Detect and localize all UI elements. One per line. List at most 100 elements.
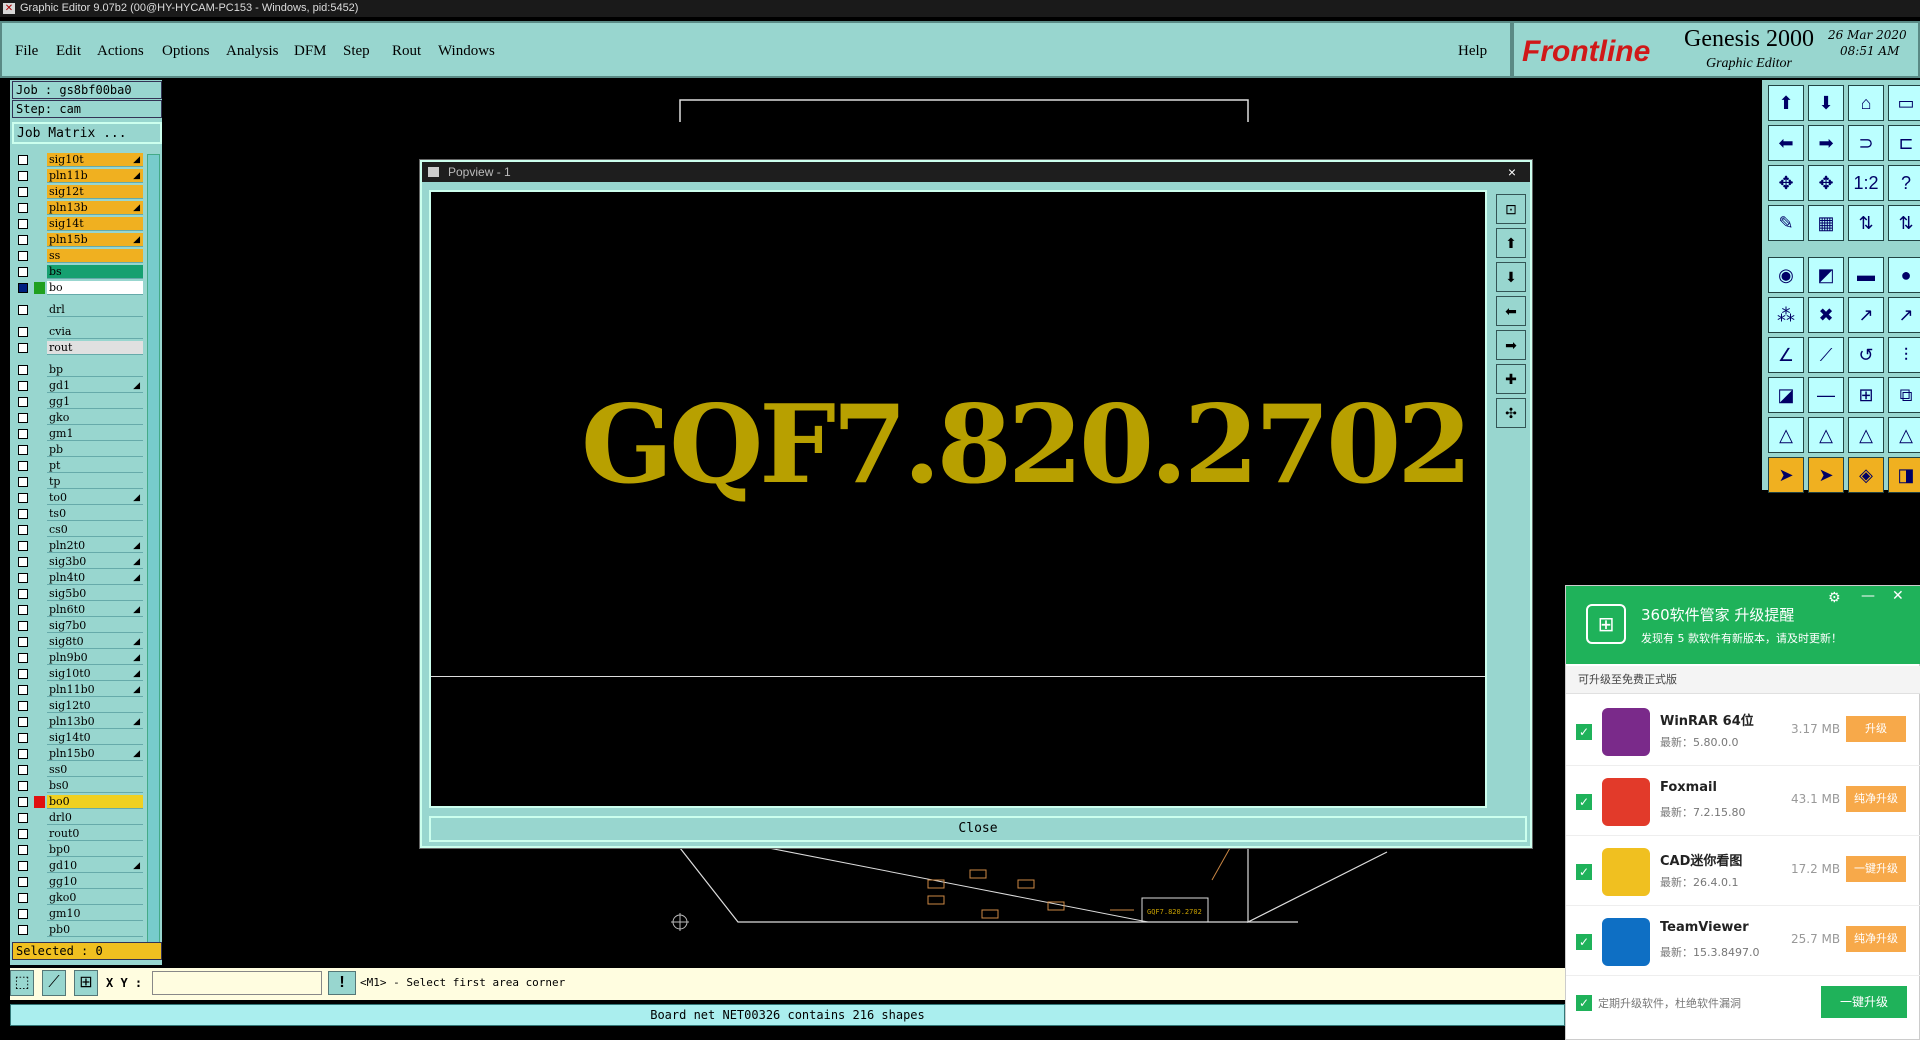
- menu-windows[interactable]: Windows: [438, 43, 495, 60]
- layer-checkbox[interactable]: [18, 327, 28, 337]
- layer-checkbox[interactable]: [18, 343, 28, 353]
- job-matrix-button[interactable]: Job Matrix ...: [12, 122, 162, 144]
- layer-scrollbar[interactable]: [147, 154, 160, 944]
- layer-row[interactable]: sig8t0 ◢: [10, 635, 162, 649]
- popview-canvas[interactable]: GQF7.820.2702: [429, 190, 1487, 808]
- layer-checkbox[interactable]: [18, 267, 28, 277]
- layer-checkbox[interactable]: [18, 381, 28, 391]
- alert-icon[interactable]: !: [328, 971, 356, 995]
- upgrade-button[interactable]: 纯净升级: [1846, 786, 1906, 812]
- layer-row[interactable]: sig7b0: [10, 619, 162, 633]
- layer-checkbox[interactable]: [18, 235, 28, 245]
- move-down-icon[interactable]: ⬇: [1808, 85, 1844, 121]
- layer-checkbox[interactable]: [18, 445, 28, 455]
- layer-checkbox[interactable]: [18, 251, 28, 261]
- window-icon[interactable]: ▭: [1888, 85, 1920, 121]
- layer-checkbox[interactable]: [18, 541, 28, 551]
- redo-icon[interactable]: ⊏: [1888, 125, 1920, 161]
- layer-row[interactable]: pb: [10, 443, 162, 457]
- fit-icon[interactable]: ✥: [1768, 165, 1804, 201]
- layer-row[interactable]: cvia: [10, 325, 162, 339]
- align-icon[interactable]: ⫶: [1888, 337, 1920, 373]
- layer-row[interactable]: bp: [10, 363, 162, 377]
- triangle3-icon[interactable]: △: [1848, 417, 1884, 453]
- layer-checkbox[interactable]: [18, 749, 28, 759]
- arrow2-icon[interactable]: ↗: [1888, 297, 1920, 333]
- box-icon[interactable]: ⊞: [1848, 377, 1884, 413]
- select2-icon[interactable]: ➤: [1808, 457, 1844, 493]
- layer-row[interactable]: gd1 ◢: [10, 379, 162, 393]
- layer-checkbox[interactable]: [18, 187, 28, 197]
- layer-row[interactable]: sig12t0: [10, 699, 162, 713]
- layer-checkbox[interactable]: [18, 829, 28, 839]
- layer-checkbox[interactable]: [18, 765, 28, 775]
- layer-row[interactable]: gd10 ◢: [10, 859, 162, 873]
- layer-checkbox[interactable]: [18, 781, 28, 791]
- layer-checkbox[interactable]: [18, 493, 28, 503]
- upgrade-button[interactable]: 升级: [1846, 716, 1906, 742]
- measure-icon[interactable]: ⟋: [42, 970, 66, 996]
- grid-icon[interactable]: ⊞: [74, 970, 98, 996]
- layer-checkbox[interactable]: [18, 283, 28, 293]
- cross-icon[interactable]: ✖: [1808, 297, 1844, 333]
- layer-row[interactable]: sig14t0: [10, 731, 162, 745]
- move-up-icon[interactable]: ⬆: [1768, 85, 1804, 121]
- snap-icon[interactable]: ⇅: [1848, 205, 1884, 241]
- layer-checkbox[interactable]: [18, 589, 28, 599]
- layer-row[interactable]: sig12t: [10, 185, 162, 199]
- layer-row[interactable]: drl0: [10, 811, 162, 825]
- area-select-icon[interactable]: ⬚: [10, 970, 34, 996]
- menu-edit[interactable]: Edit: [56, 43, 81, 60]
- rotate-icon[interactable]: ↺: [1848, 337, 1884, 373]
- layer-row[interactable]: pt: [10, 459, 162, 473]
- layer-row[interactable]: pln13b0 ◢: [10, 715, 162, 729]
- layer-checkbox[interactable]: [18, 669, 28, 679]
- item-checkbox[interactable]: ✓: [1576, 724, 1592, 740]
- update-all-button[interactable]: 一键升级: [1821, 986, 1907, 1018]
- layer-row[interactable]: sig3b0 ◢: [10, 555, 162, 569]
- snap2-icon[interactable]: ⇅: [1888, 205, 1920, 241]
- menu-analysis[interactable]: Analysis: [226, 43, 279, 60]
- menu-rout[interactable]: Rout: [392, 43, 421, 60]
- menu-help[interactable]: Help: [1458, 43, 1487, 60]
- layer-checkbox[interactable]: [18, 429, 28, 439]
- zoom-in-icon[interactable]: ✚: [1496, 364, 1526, 394]
- layer-row[interactable]: pb0: [10, 923, 162, 937]
- dot-icon[interactable]: ●: [1888, 257, 1920, 293]
- layer-row[interactable]: gg10: [10, 875, 162, 889]
- move-left-icon[interactable]: ⬅: [1768, 125, 1804, 161]
- layer-checkbox[interactable]: [18, 893, 28, 903]
- layer-checkbox[interactable]: [18, 525, 28, 535]
- settings-icon[interactable]: ⚙: [1828, 590, 1841, 606]
- layer-row[interactable]: bo0: [10, 795, 162, 809]
- pad-icon[interactable]: ◉: [1768, 257, 1804, 293]
- layer-row[interactable]: pln15b0 ◢: [10, 747, 162, 761]
- center-icon[interactable]: ✥: [1808, 165, 1844, 201]
- menu-dfm[interactable]: DFM: [294, 43, 327, 60]
- minus-icon[interactable]: —: [1808, 377, 1844, 413]
- select-icon[interactable]: ➤: [1768, 457, 1804, 493]
- layer-checkbox[interactable]: [18, 733, 28, 743]
- layer-row[interactable]: pln15b ◢: [10, 233, 162, 247]
- layer-row[interactable]: pln4t0 ◢: [10, 571, 162, 585]
- layer-row[interactable]: sig5b0: [10, 587, 162, 601]
- popview-close-icon[interactable]: ×: [1508, 162, 1516, 182]
- item-checkbox[interactable]: ✓: [1576, 934, 1592, 950]
- layer-checkbox[interactable]: [18, 685, 28, 695]
- home-icon[interactable]: ⌂: [1848, 85, 1884, 121]
- layer-row[interactable]: cs0: [10, 523, 162, 537]
- layer-checkbox[interactable]: [18, 477, 28, 487]
- layer-checkbox[interactable]: [18, 605, 28, 615]
- layer-row[interactable]: tp: [10, 475, 162, 489]
- zoom-ratio-icon[interactable]: 1:2: [1848, 165, 1884, 201]
- layer-row[interactable]: gm1: [10, 427, 162, 441]
- select4-icon[interactable]: ◨: [1888, 457, 1920, 493]
- popview-close-button[interactable]: Close: [429, 816, 1527, 842]
- layer-row[interactable]: pln2t0 ◢: [10, 539, 162, 553]
- layer-checkbox[interactable]: [18, 203, 28, 213]
- line-icon[interactable]: ⟋: [1808, 337, 1844, 373]
- layer-checkbox[interactable]: [18, 413, 28, 423]
- layer-checkbox[interactable]: [18, 653, 28, 663]
- layer-checkbox[interactable]: [18, 717, 28, 727]
- auto-update-checkbox[interactable]: ✓: [1576, 995, 1592, 1011]
